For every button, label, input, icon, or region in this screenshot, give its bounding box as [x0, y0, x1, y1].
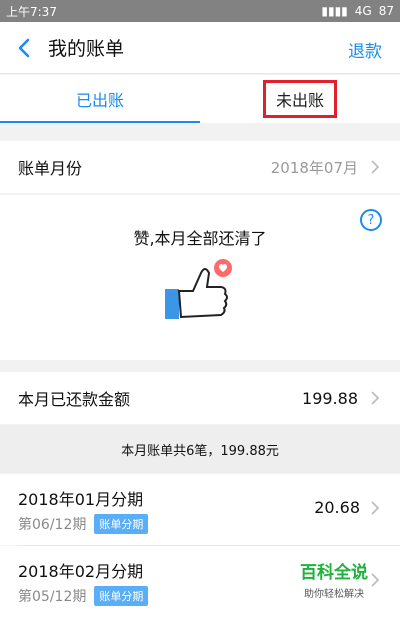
item-name: 2018年02月分期	[18, 562, 144, 581]
repaid-row[interactable]: 本月已还款金额 199.88	[0, 372, 400, 424]
bill-month-value: 2018年07月	[270, 158, 358, 177]
item-amount: 20.68	[314, 498, 360, 517]
chevron-right-icon	[371, 501, 380, 515]
network-label: 4G	[354, 4, 372, 18]
help-icon[interactable]: ?	[360, 209, 382, 231]
page-title: 我的账单	[48, 38, 125, 60]
tab-billed[interactable]: 已出账	[0, 75, 200, 123]
item-period: 第06/12期	[18, 517, 87, 533]
bill-month-label: 账单月份	[18, 159, 83, 178]
status-time: 上午7:37	[6, 4, 57, 19]
back-arrow-icon	[18, 38, 30, 57]
list-item[interactable]: 2018年01月分期 第06/12期 账单分期 20.68	[0, 474, 400, 545]
signal-icon: ▮▮▮▮	[321, 4, 348, 18]
tab-billed-label: 已出账	[75, 91, 124, 110]
back-button[interactable]	[0, 22, 48, 74]
repaid-amount: 199.88	[302, 388, 358, 408]
chevron-right-icon	[371, 160, 380, 174]
bill-tabs: 已出账 未出账	[0, 75, 400, 123]
app-header: 我的账单 退款	[0, 22, 400, 74]
refund-button[interactable]: 退款	[348, 37, 382, 62]
tab-unbilled[interactable]: 未出账	[200, 75, 400, 123]
installment-tag: 账单分期	[94, 514, 149, 534]
list-item[interactable]: 2018年02月分期 第05/12期 账单分期 百科全说 助你轻松解决	[0, 546, 400, 632]
praise-card: 赞,本月全部还清了 ?	[0, 195, 400, 360]
item-name: 2018年01月分期	[18, 490, 144, 509]
installment-tag: 账单分期	[94, 586, 149, 606]
watermark: 百科全说 助你轻松解决	[300, 558, 368, 600]
battery-level: 87	[378, 4, 394, 18]
item-period: 第05/12期	[18, 589, 87, 605]
thumbs-up-heart-icon	[165, 259, 232, 319]
praise-text: 赞,本月全部还清了	[133, 229, 267, 248]
status-icons: ▮▮▮▮ 4G 87	[321, 4, 394, 18]
repaid-label: 本月已还款金额	[18, 390, 131, 409]
watermark-subtitle: 助你轻松解决	[304, 589, 364, 600]
chevron-right-icon	[371, 573, 380, 587]
chevron-right-icon	[371, 391, 380, 405]
watermark-title: 百科全说	[300, 563, 368, 583]
status-bar: 上午7:37 ▮▮▮▮ 4G 87	[0, 0, 400, 22]
tab-unbilled-label: 未出账	[262, 80, 337, 118]
bill-summary: 本月账单共6笔，199.88元	[0, 425, 400, 473]
bill-month-row[interactable]: 账单月份 2018年07月	[0, 141, 400, 193]
